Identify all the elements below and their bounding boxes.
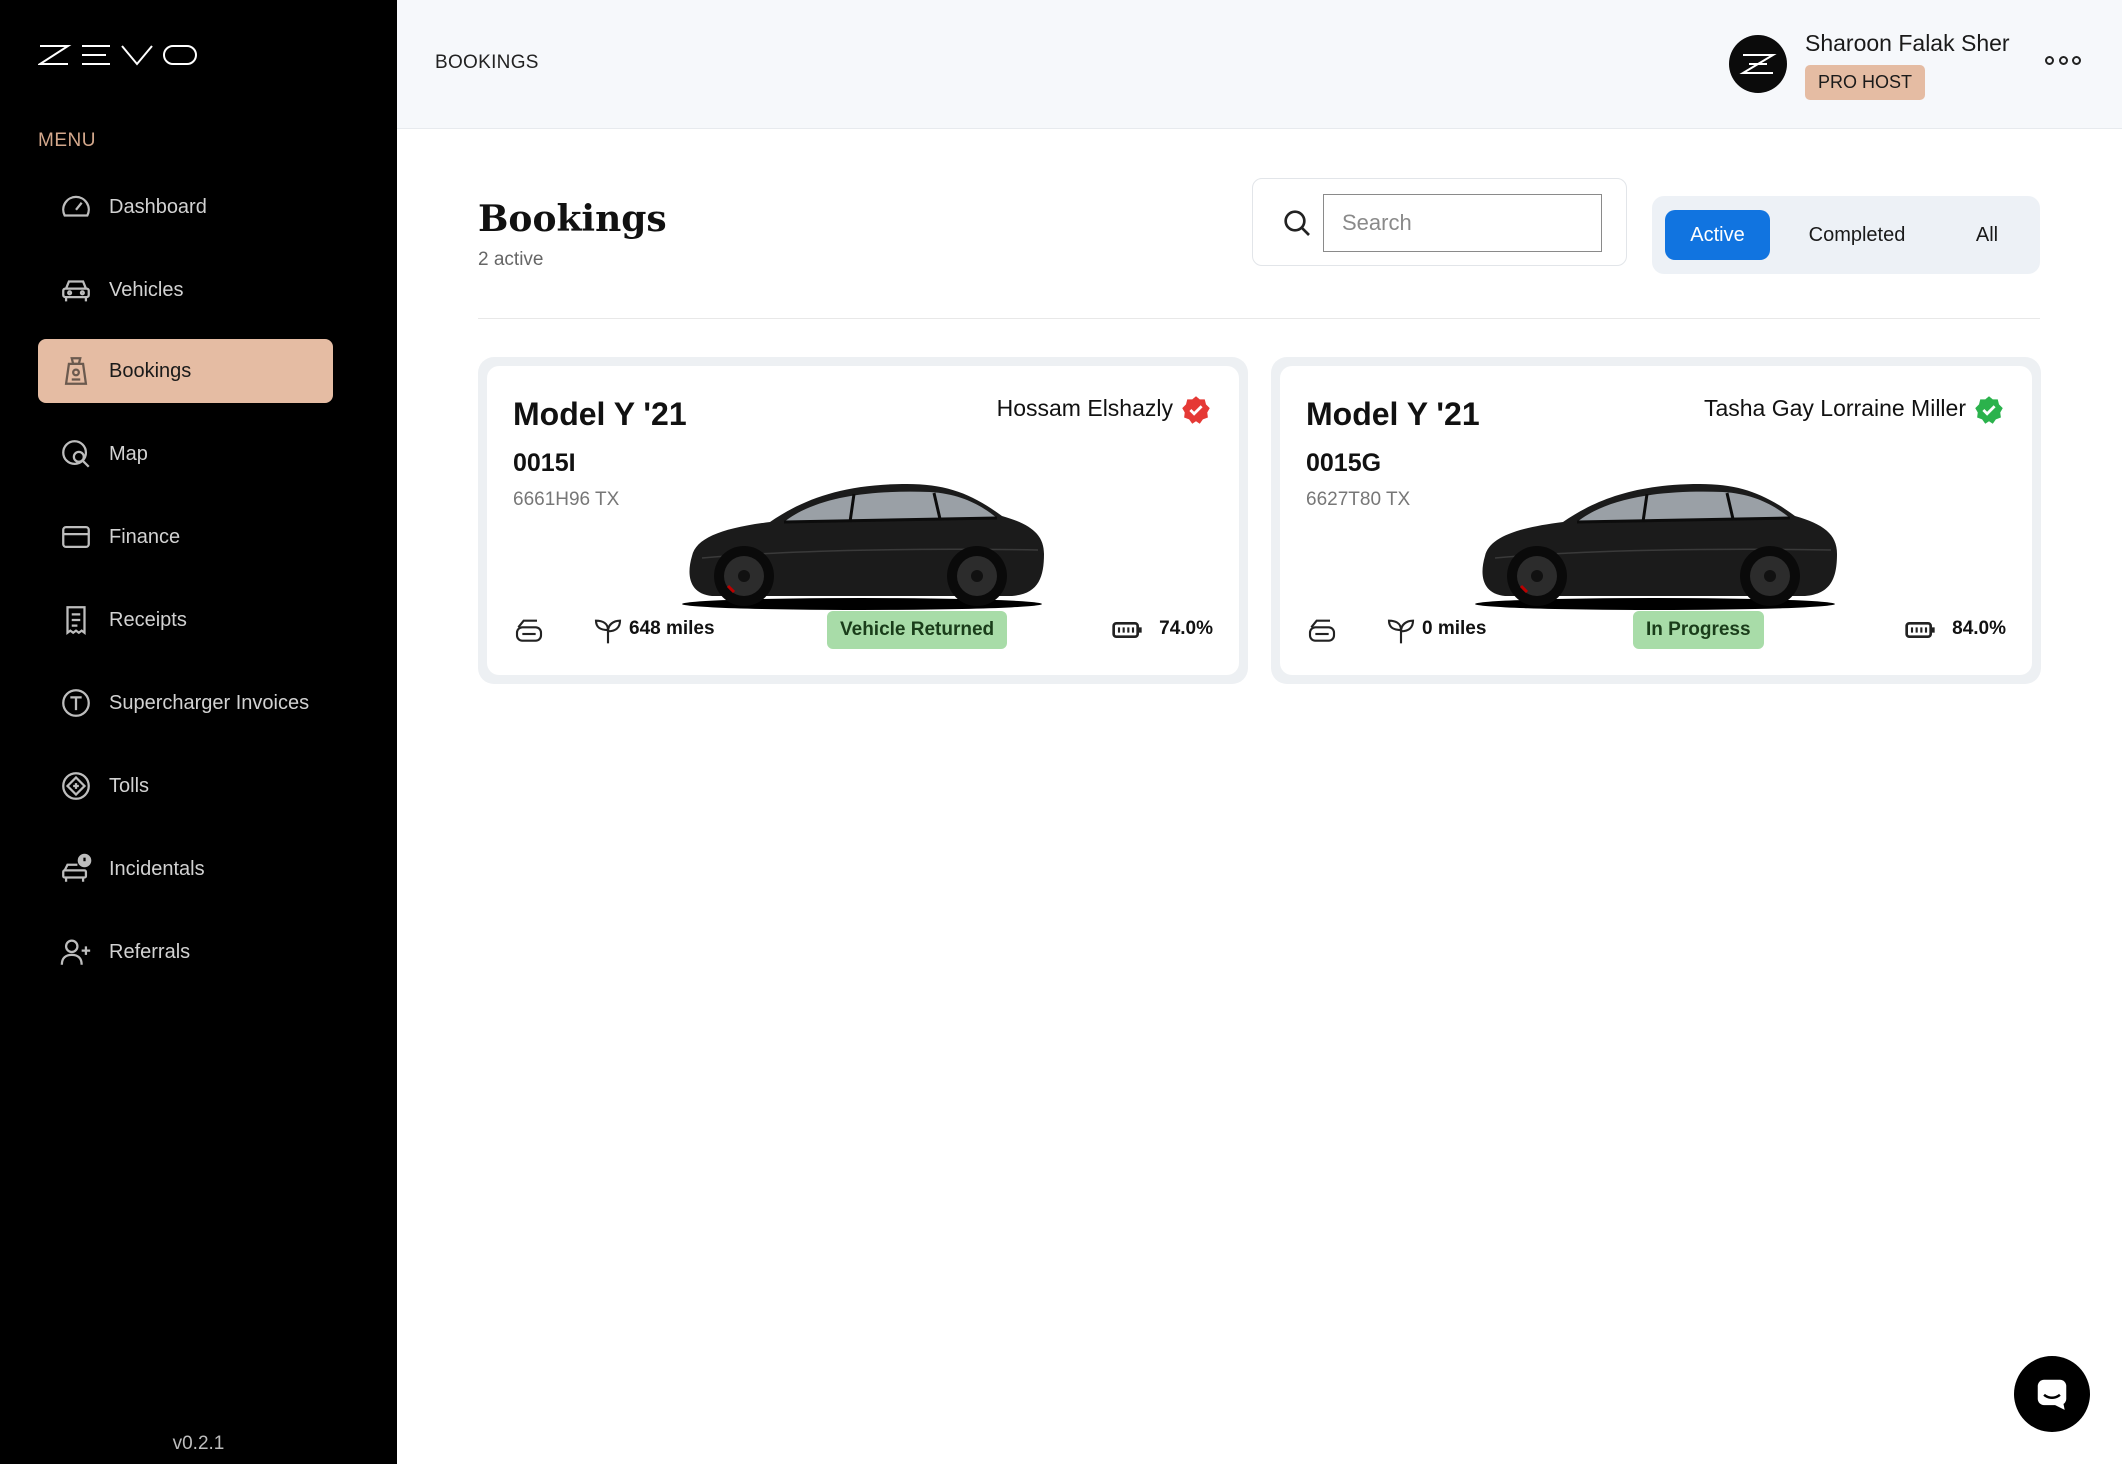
sidebar-item-label: Receipts: [109, 608, 187, 631]
sidebar: MENU Dashboard Vehicles Bookings Map Fin…: [0, 0, 397, 1464]
sidebar-item-bookings[interactable]: Bookings: [38, 339, 333, 403]
sidebar-item-label: Referrals: [109, 940, 191, 963]
sidebar-item-label: Supercharger Invoices: [109, 691, 310, 714]
tab-active[interactable]: Active: [1665, 210, 1770, 260]
chat-icon: [2037, 1379, 2067, 1410]
sidebar-item-map[interactable]: Map: [38, 422, 333, 486]
receipt-icon: [58, 602, 94, 638]
speedometer-icon: [58, 189, 94, 225]
sidebar-item-label: Bookings: [109, 359, 192, 382]
trip-icon: [1308, 619, 1336, 642]
license-plate: 6661H96 TX: [513, 489, 620, 510]
user-add-icon: [58, 934, 94, 970]
menu-label: MENU: [38, 130, 96, 151]
sidebar-item-label: Incidentals: [109, 857, 205, 880]
booking-filter-tabs: Active Completed All: [1652, 196, 2040, 274]
sidebar-item-tolls[interactable]: Tolls: [38, 754, 333, 818]
sidebar-item-incidentals[interactable]: Incidentals: [38, 837, 333, 901]
guest-name[interactable]: Hossam Elshazly: [997, 395, 1173, 422]
tab-all[interactable]: All: [1952, 210, 2022, 260]
car-image: [682, 484, 1044, 610]
booking-card-body: Model Y '21 0015G 6627T80 TX Tasha Gay L…: [1280, 366, 2032, 675]
battery-icon: [1905, 622, 1935, 638]
sidebar-item-receipts[interactable]: Receipts: [38, 588, 333, 652]
sidebar-item-supercharger-invoices[interactable]: Supercharger Invoices: [38, 671, 333, 735]
sidebar-item-label: Finance: [109, 525, 181, 548]
top-bar: BOOKINGS Sharoon Falak Sher PRO HOST: [397, 0, 2122, 129]
booking-tag-icon: [58, 353, 94, 389]
status-badge: In Progress: [1633, 611, 1764, 649]
battery-level: 84.0%: [1952, 618, 2006, 639]
battery-icon: [1112, 622, 1142, 638]
sidebar-item-vehicles[interactable]: Vehicles: [38, 258, 333, 322]
breadcrumb: BOOKINGS: [435, 52, 539, 73]
booking-card[interactable]: Model Y '21 0015G 6627T80 TX Tasha Gay L…: [1271, 357, 2041, 684]
page-title: Bookings: [478, 198, 667, 240]
car-alert-icon: [58, 851, 94, 887]
sidebar-item-referrals[interactable]: Referrals: [38, 920, 333, 984]
search-input[interactable]: [1323, 194, 1602, 252]
license-plate: 6627T80 TX: [1306, 489, 1411, 510]
wallet-icon: [58, 519, 94, 555]
divider: [478, 318, 2040, 319]
supercharger-icon: [58, 685, 94, 721]
vehicle-model: Model Y '21: [1306, 396, 1480, 432]
car-icon: [58, 272, 94, 308]
vehicle-model: Model Y '21: [513, 396, 687, 432]
sidebar-item-label: Tolls: [109, 774, 150, 797]
eco-leaf-icon: [1387, 619, 1415, 644]
car-image: [1475, 484, 1837, 610]
chat-button[interactable]: [2014, 1356, 2090, 1432]
verified-badge-icon: [1975, 396, 2003, 424]
more-options-icon[interactable]: [2045, 48, 2081, 72]
guest-name[interactable]: Tasha Gay Lorraine Miller: [1704, 395, 1966, 422]
zevo-logo[interactable]: [38, 44, 198, 66]
toll-road-icon: [58, 768, 94, 804]
sidebar-item-label: Vehicles: [109, 278, 184, 301]
search-box: [1252, 178, 1627, 266]
vehicle-code: 0015I: [513, 449, 576, 477]
page-subtitle: 2 active: [478, 249, 544, 270]
search-icon[interactable]: [1281, 207, 1313, 239]
trip-icon: [515, 619, 543, 642]
eco-leaf-icon: [594, 619, 622, 644]
trip-miles: 0 miles: [1422, 618, 1487, 639]
user-name: Sharoon Falak Sher: [1805, 30, 2010, 56]
tab-completed[interactable]: Completed: [1782, 210, 1932, 260]
sidebar-item-finance[interactable]: Finance: [38, 505, 333, 569]
sidebar-item-label: Dashboard: [109, 195, 207, 218]
verified-badge-icon: [1182, 396, 1210, 424]
booking-card[interactable]: Model Y '21 0015I 6661H96 TX Hossam Elsh…: [478, 357, 1248, 684]
vehicle-code: 0015G: [1306, 449, 1382, 477]
status-badge: Vehicle Returned: [827, 611, 1008, 649]
avatar[interactable]: [1729, 35, 1787, 93]
pro-host-badge: PRO HOST: [1805, 65, 1926, 100]
map-search-icon: [58, 436, 94, 472]
trip-miles: 648 miles: [629, 618, 715, 639]
app-version: v0.2.1: [172, 1433, 225, 1454]
sidebar-item-dashboard[interactable]: Dashboard: [38, 175, 333, 239]
battery-level: 74.0%: [1159, 618, 1213, 639]
sidebar-item-label: Map: [109, 442, 148, 465]
booking-card-body: Model Y '21 0015I 6661H96 TX Hossam Elsh…: [487, 366, 1239, 675]
